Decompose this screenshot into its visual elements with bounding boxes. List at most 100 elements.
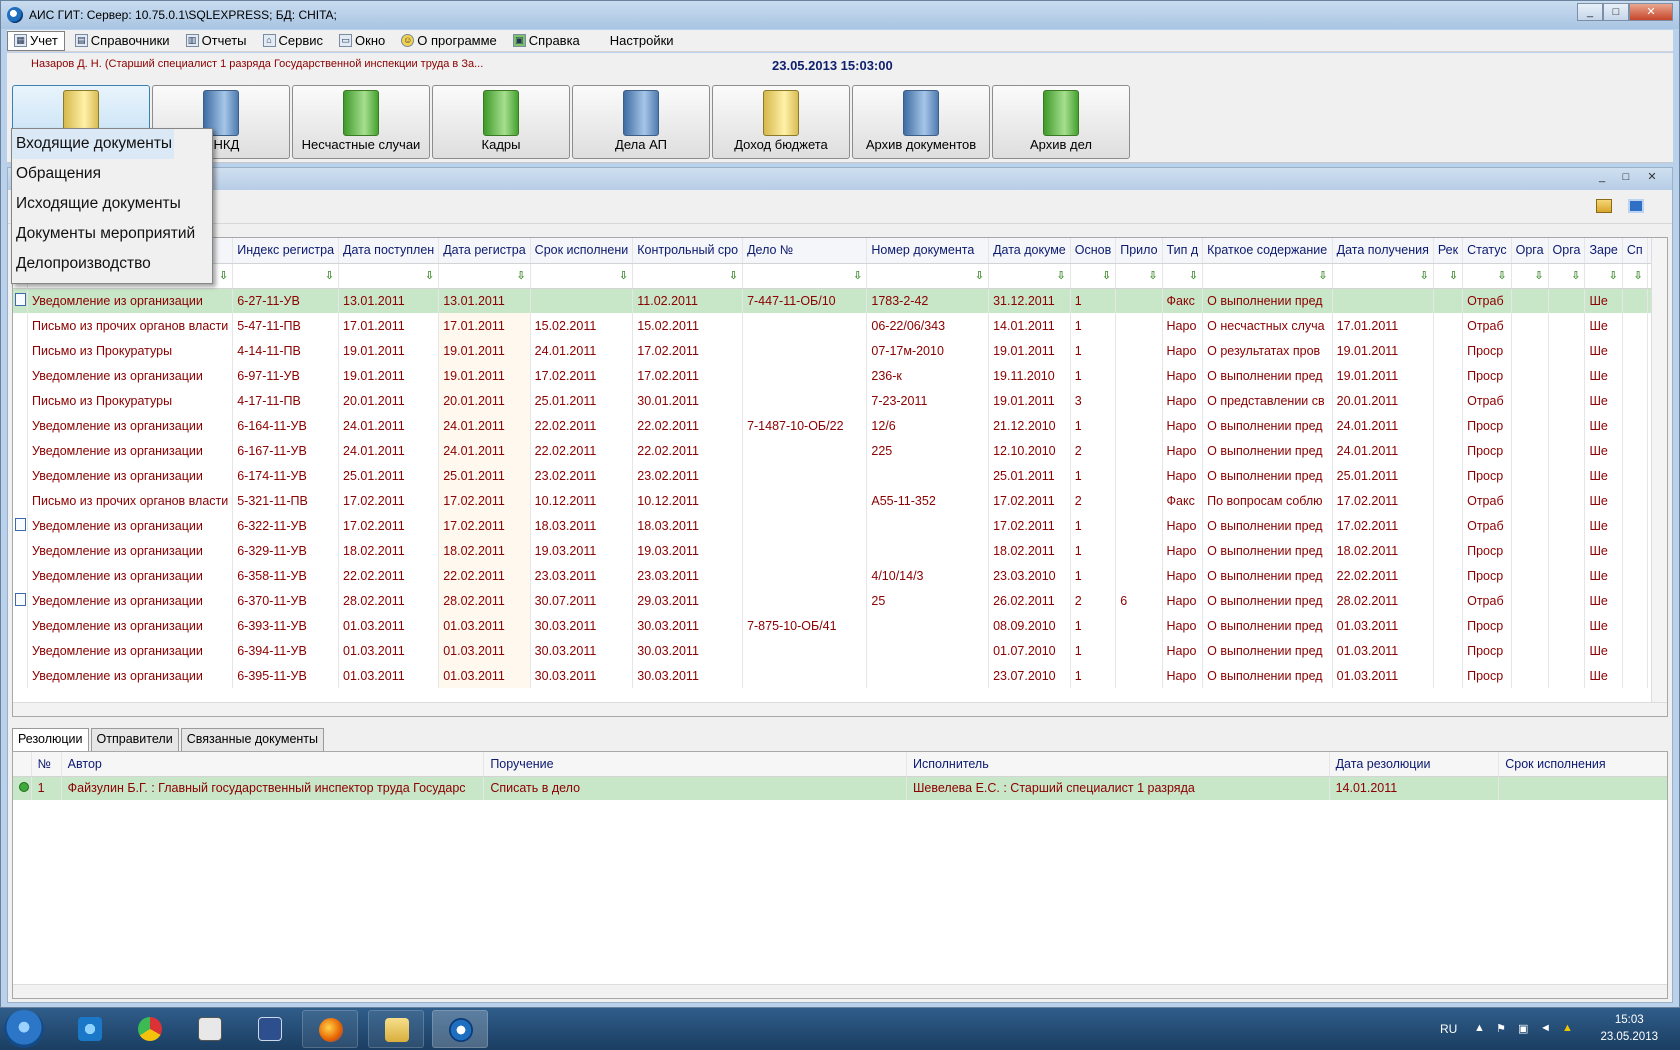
- dropdown-item-outgoing-docs[interactable]: Исходящие документы: [12, 189, 212, 219]
- toolbar-button-doc-archive[interactable]: Архив документов: [852, 85, 990, 159]
- network-icon[interactable]: ▣: [1518, 1022, 1532, 1036]
- child-maximize-button[interactable]: □: [1614, 170, 1638, 186]
- start-button[interactable]: [4, 1010, 44, 1048]
- grid-column-header[interactable]: Статус: [1462, 238, 1512, 264]
- grid-column-header[interactable]: Контрольный сро: [632, 238, 744, 264]
- table-row[interactable]: Уведомление из организации 6-394-11-УВ 01.…: [13, 638, 1667, 663]
- table-row[interactable]: Уведомление из организации 6-322-11-УВ 17.…: [13, 513, 1667, 538]
- export-icon[interactable]: [1596, 199, 1612, 213]
- menu-o-programme[interactable]: ☺ О программе: [395, 31, 503, 51]
- taskbar-media-player[interactable]: [182, 1010, 238, 1048]
- toolbar-button-budget-income[interactable]: Доход бюджета: [712, 85, 850, 159]
- filter-arrow-icon[interactable]: ⇩: [1148, 269, 1157, 282]
- filter-arrow-icon[interactable]: ⇩: [516, 269, 525, 282]
- grid-column-header[interactable]: Тип д: [1162, 238, 1204, 264]
- grid-column-header[interactable]: Номер документа: [866, 238, 990, 264]
- child-close-button[interactable]: ✕: [1638, 170, 1666, 186]
- table-row[interactable]: Письмо из прочих органов власти 5-47-11-П…: [13, 313, 1667, 338]
- grid-column-header[interactable]: Рек: [1433, 238, 1464, 264]
- table-row[interactable]: Уведомление из организации 6-174-11-УВ 25.…: [13, 463, 1667, 488]
- column-filter[interactable]: ⇩: [1433, 263, 1464, 289]
- dropdown-item-appeals[interactable]: Обращения: [12, 159, 212, 189]
- clock[interactable]: 15:03 23.05.2013: [1600, 1012, 1658, 1046]
- taskbar-ie[interactable]: [62, 1010, 118, 1048]
- column-filter[interactable]: ⇩: [1202, 263, 1333, 289]
- table-row[interactable]: Письмо из Прокуратуры 4-14-11-ПВ 19.01.201…: [13, 338, 1667, 363]
- taskbar-floppy[interactable]: [242, 1010, 298, 1048]
- column-filter[interactable]: ⇩: [988, 263, 1071, 289]
- dropdown-item-incoming-docs[interactable]: Входящие документы: [12, 129, 212, 159]
- column-filter[interactable]: ⇩: [742, 263, 868, 289]
- filter-arrow-icon[interactable]: ⇩: [852, 269, 862, 282]
- filter-arrow-icon[interactable]: ⇩: [424, 269, 434, 282]
- layout-icon[interactable]: [1628, 199, 1644, 213]
- column-filter[interactable]: ⇩: [866, 263, 990, 289]
- column-filter[interactable]: ⇩: [1622, 263, 1648, 289]
- filter-arrow-icon[interactable]: ⇩: [728, 269, 738, 282]
- filter-arrow-icon[interactable]: ⇩: [1318, 269, 1327, 282]
- column-filter[interactable]: ⇩: [1070, 263, 1117, 289]
- column-filter[interactable]: ⇩: [1584, 263, 1623, 289]
- filter-arrow-icon[interactable]: ⇩: [324, 269, 334, 282]
- grid-horizontal-scrollbar[interactable]: [13, 702, 1667, 716]
- taskbar-explorer[interactable]: [368, 1010, 424, 1048]
- flag-icon[interactable]: ⚑: [1496, 1022, 1510, 1036]
- taskbar-firefox[interactable]: [302, 1010, 358, 1048]
- show-hidden-icons-icon[interactable]: ▲: [1474, 1022, 1488, 1036]
- tab-senders[interactable]: Отправители: [90, 728, 179, 752]
- taskbar-ais-git[interactable]: [432, 1010, 488, 1048]
- filter-arrow-icon[interactable]: ⇩: [1570, 269, 1580, 282]
- menu-okno[interactable]: ▭ Окно: [333, 31, 391, 51]
- filter-arrow-icon[interactable]: ⇩: [1608, 269, 1618, 282]
- column-filter[interactable]: ⇩: [1332, 263, 1434, 289]
- grid-column-header[interactable]: Дата получения: [1332, 238, 1434, 264]
- table-row[interactable]: Уведомление из организации 6-164-11-УВ 24.…: [13, 413, 1667, 438]
- filter-arrow-icon[interactable]: ⇩: [1534, 269, 1543, 282]
- toolbar-button-staff[interactable]: Кадры: [432, 85, 570, 159]
- column-filter[interactable]: ⇩: [438, 263, 531, 289]
- res-col-instruction[interactable]: Поручение: [483, 752, 907, 777]
- filter-arrow-icon[interactable]: ⇩: [1188, 269, 1198, 282]
- grid-column-header[interactable]: Срок исполнени: [530, 238, 634, 264]
- column-filter[interactable]: ⇩: [1462, 263, 1512, 289]
- filter-arrow-icon[interactable]: ⇩: [1101, 269, 1111, 282]
- grid-column-header[interactable]: Орга: [1548, 238, 1586, 264]
- table-row[interactable]: Уведомление из организации 6-358-11-УВ 22.…: [13, 563, 1667, 588]
- grid-column-header[interactable]: Прило: [1115, 238, 1163, 264]
- dropdown-item-records-management[interactable]: Делопроизводство: [12, 249, 212, 279]
- language-indicator[interactable]: RU: [1440, 1022, 1457, 1036]
- filter-arrow-icon[interactable]: ⇩: [1419, 269, 1429, 282]
- resolutions-horizontal-scrollbar[interactable]: [13, 984, 1667, 998]
- drive-icon[interactable]: ▲: [1562, 1022, 1576, 1036]
- filter-arrow-icon[interactable]: ⇩: [974, 269, 984, 282]
- close-button[interactable]: ✕: [1629, 3, 1673, 21]
- table-row[interactable]: Уведомление из организации 6-395-11-УВ 01.…: [13, 663, 1667, 688]
- res-col-number[interactable]: №: [31, 752, 62, 777]
- filter-arrow-icon[interactable]: ⇩: [1633, 269, 1642, 282]
- column-filter[interactable]: ⇩: [338, 263, 440, 289]
- menu-nastroyki[interactable]: Настройки: [604, 31, 680, 51]
- column-filter[interactable]: ⇩: [232, 263, 340, 289]
- table-row[interactable]: Уведомление из организации 6-329-11-УВ 18.…: [13, 538, 1667, 563]
- menu-otchety[interactable]: ▥ Отчеты: [180, 31, 253, 51]
- table-row[interactable]: Письмо из Прокуратуры 4-17-11-ПВ 20.01.201…: [13, 388, 1667, 413]
- toolbar-button-accidents[interactable]: Несчастные случаи: [292, 85, 430, 159]
- dropdown-item-event-docs[interactable]: Документы мероприятий: [12, 219, 212, 249]
- volume-icon[interactable]: ◄: [1540, 1022, 1554, 1036]
- filter-arrow-icon[interactable]: ⇩: [1448, 269, 1458, 282]
- minimize-button[interactable]: _: [1577, 3, 1603, 21]
- column-filter[interactable]: ⇩: [1162, 263, 1204, 289]
- table-row[interactable]: Уведомление из организации 6-370-11-УВ 28.…: [13, 588, 1667, 613]
- filter-arrow-icon[interactable]: ⇩: [218, 269, 228, 282]
- column-filter[interactable]: ⇩: [530, 263, 634, 289]
- grid-vertical-scrollbar[interactable]: [1651, 238, 1667, 702]
- grid-column-header[interactable]: Дело №: [742, 238, 868, 264]
- menu-spravka[interactable]: ▣ Справка: [507, 31, 586, 51]
- grid-column-header[interactable]: Сп: [1622, 238, 1648, 264]
- table-row[interactable]: Уведомление из организации 6-167-11-УВ 24.…: [13, 438, 1667, 463]
- tab-linked-documents[interactable]: Связанные документы: [180, 728, 325, 752]
- toolbar-button-case-archive[interactable]: Архив дел: [992, 85, 1130, 159]
- resolution-row[interactable]: 1 Файзулин Б.Г. : Главный государственны…: [13, 776, 1667, 800]
- grid-column-header[interactable]: Заре: [1584, 238, 1623, 264]
- res-col-author[interactable]: Автор: [61, 752, 485, 777]
